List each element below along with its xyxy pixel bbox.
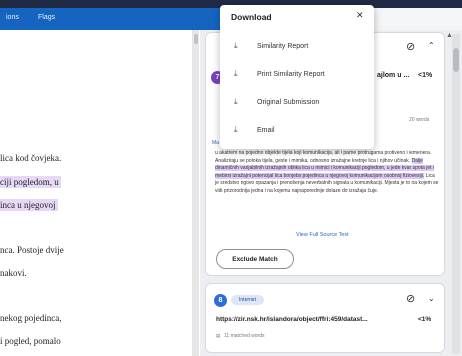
match-source-title[interactable]: ajlom u ... xyxy=(377,72,409,79)
match-text-before: u akatrem na pojedno objekte tijela koji… xyxy=(215,150,432,164)
match-percent: <1% xyxy=(418,72,433,79)
text: lica kod čovjeka. xyxy=(0,153,62,163)
match-percent: <1% xyxy=(418,316,432,323)
document-text-line: nca. Postoje dvije xyxy=(0,245,64,255)
download-item-label: Print Similarity Report xyxy=(257,71,325,78)
circle-slash-icon[interactable]: ⊘ xyxy=(406,292,415,305)
download-item-label: Similarity Report xyxy=(257,43,309,50)
document-text-line: i pogled, pomalo xyxy=(0,336,61,346)
match-excerpt: u akatrem na pojedno objekte tijela koji… xyxy=(215,150,439,195)
document-scrollbar[interactable] xyxy=(192,30,199,356)
panel-scrollbar-thumb[interactable] xyxy=(453,48,459,72)
panel-scrollbar[interactable] xyxy=(452,34,460,354)
download-icon: ⤓ xyxy=(234,41,238,50)
download-item-label: Original Submission xyxy=(257,99,320,106)
highlighted-text: ciji pogledom, u xyxy=(0,176,61,188)
text: nakovi. xyxy=(0,268,27,278)
match-number-badge: 8 xyxy=(214,294,227,307)
word-count: 20 words xyxy=(409,117,430,123)
highlighted-text: inca u njegovoj xyxy=(0,199,58,211)
toolbar-item-options[interactable]: ions xyxy=(6,14,19,21)
matched-words: 11 matched words xyxy=(224,333,265,339)
document-text-line: inca u njegovoj xyxy=(0,199,58,211)
view-full-source-link[interactable]: View Full Source Text xyxy=(296,232,349,238)
document-icon: ▤ xyxy=(216,333,221,338)
toolbar-item-flags[interactable]: Flags xyxy=(38,14,55,21)
text: i pogled, pomalo xyxy=(0,336,61,346)
download-icon: ⤓ xyxy=(234,69,238,78)
chevron-down-icon[interactable]: ⌄ xyxy=(428,294,435,303)
document-scrollbar-thumb[interactable] xyxy=(194,34,198,44)
circle-slash-icon[interactable]: ⊘ xyxy=(406,40,415,53)
document-text-line: nakovi. xyxy=(0,268,27,278)
chevron-up-icon[interactable]: ⌃ xyxy=(428,41,435,50)
download-item-label: Email xyxy=(257,127,275,134)
exclude-match-button[interactable]: Exclude Match xyxy=(216,249,294,269)
download-item-email[interactable] xyxy=(222,117,372,143)
document-text-line: lica kod čovjeka. xyxy=(0,153,61,163)
match-source-url[interactable]: https://zir.nsk.hr/islandora/object/ffri… xyxy=(216,316,368,323)
match-label: Ma xyxy=(212,140,219,146)
text: nekog pojedinca, xyxy=(0,313,62,323)
document-viewer: lica kod čovjeka. ciji pogledom, u inca u … xyxy=(0,30,200,356)
source-type-badge: Internet xyxy=(231,295,264,305)
download-menu-title: Download xyxy=(231,12,272,22)
document-text-line: nekog pojedinca, xyxy=(0,313,61,323)
download-icon: ⤓ xyxy=(234,97,238,106)
text: nca. Postoje dvije xyxy=(0,245,64,255)
close-icon[interactable]: ✕ xyxy=(356,10,364,21)
download-icon: ⤓ xyxy=(234,125,238,134)
document-text-line: ciji pogledom, u xyxy=(0,176,61,188)
